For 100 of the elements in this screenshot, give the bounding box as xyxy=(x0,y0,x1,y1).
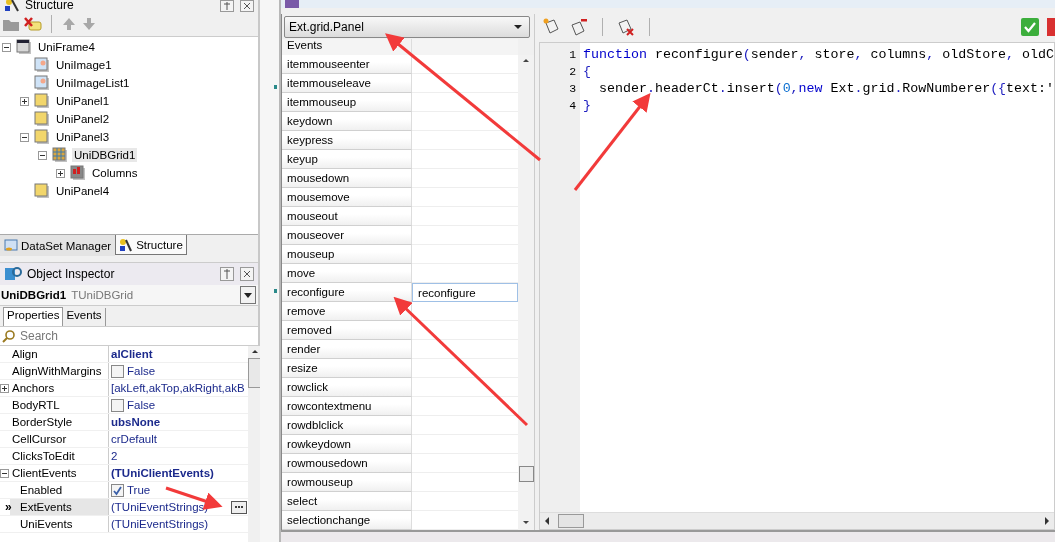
checkbox[interactable] xyxy=(111,483,124,497)
expander-icon[interactable] xyxy=(38,150,48,160)
checkbox[interactable] xyxy=(111,398,124,412)
search-icon xyxy=(2,329,16,343)
property-name[interactable]: AlignWithMargins xyxy=(10,363,109,379)
property-name[interactable]: BodyRTL xyxy=(10,397,109,413)
scroll-thumb[interactable] xyxy=(518,466,534,482)
property-value[interactable]: (TUniEventStrings) xyxy=(111,501,209,513)
expander-icon[interactable] xyxy=(20,96,30,106)
class-selector[interactable]: Ext.grid.Panel xyxy=(284,16,531,38)
close-icon[interactable] xyxy=(240,0,254,12)
panel-title: Object Inspector xyxy=(27,267,115,281)
checkbox[interactable] xyxy=(111,364,124,378)
component-icon xyxy=(34,129,50,145)
line-number: 2 xyxy=(568,64,578,80)
ellipsis-icon xyxy=(233,505,244,509)
event-name[interactable]: rowmouseup xyxy=(282,473,413,492)
event-name[interactable]: mousemove xyxy=(282,188,413,207)
event-name[interactable]: resize xyxy=(282,359,413,378)
event-name[interactable]: itemmouseenter xyxy=(282,55,413,74)
down-arrow-icon[interactable] xyxy=(81,16,97,32)
scroll-delete-icon[interactable] xyxy=(616,17,637,37)
code-line: function reconfigure(sender, store, columns, oldStore, oldC xyxy=(583,46,1054,63)
panel-tab[interactable]: DataSet Manager xyxy=(0,235,116,256)
line-number: 1 xyxy=(568,47,578,63)
event-name[interactable]: mouseout xyxy=(282,207,413,226)
code-editor[interactable]: 1 2 3 4 function reconfigure(sender, store, columns, oldStore, oldC { sender.headerCt.insert(0,new Ext.grid.RowNumberer({text:' } xyxy=(539,42,1055,530)
component-icon xyxy=(34,183,50,199)
search-field[interactable]: Search xyxy=(0,326,258,346)
event-name[interactable]: itemmouseleave xyxy=(282,74,413,93)
event-name[interactable]: itemmouseup xyxy=(282,93,413,112)
event-name[interactable]: move xyxy=(282,264,413,283)
tree-node[interactable]: Columns xyxy=(90,166,140,180)
property-name[interactable]: CellCursor xyxy=(10,431,109,447)
property-name[interactable]: UniEvents xyxy=(10,516,109,532)
event-name[interactable]: rowkeydown xyxy=(282,435,413,454)
component-selector[interactable]: UniDBGrid1 TUniDBGrid xyxy=(0,285,258,306)
event-name[interactable]: reconfigure xyxy=(282,283,413,302)
expander-icon[interactable] xyxy=(0,468,9,478)
expander-icon[interactable] xyxy=(56,168,66,178)
event-name[interactable]: rowclick xyxy=(282,378,413,397)
confirm-icon[interactable] xyxy=(1021,18,1039,36)
expander-icon[interactable] xyxy=(2,42,12,52)
tree-node[interactable]: UniDBGrid1 xyxy=(72,148,138,162)
tree-node[interactable]: UniPanel1 xyxy=(54,94,112,108)
event-name[interactable]: select xyxy=(282,492,413,511)
up-arrow-icon[interactable] xyxy=(61,16,77,32)
expander-icon[interactable] xyxy=(0,383,9,393)
event-handler-cell[interactable]: reconfigure xyxy=(412,283,519,302)
event-name[interactable]: mousedown xyxy=(282,169,413,188)
property-value[interactable]: ubsNone xyxy=(111,416,161,428)
event-name[interactable]: mouseup xyxy=(282,245,413,264)
ellipsis-button[interactable] xyxy=(230,500,247,514)
property-name[interactable]: ExtEvents xyxy=(10,499,109,515)
tree-node[interactable]: UniPanel3 xyxy=(54,130,112,144)
event-name[interactable]: mouseover xyxy=(282,226,413,245)
tree-node[interactable]: UniFrame4 xyxy=(36,40,97,54)
event-name[interactable]: keypress xyxy=(282,131,413,150)
property-value[interactable]: alClient xyxy=(111,348,153,360)
inspector-icon xyxy=(4,266,22,282)
property-value[interactable]: False xyxy=(127,399,156,411)
event-name[interactable]: removed xyxy=(282,321,413,340)
panel-tab[interactable]: Structure xyxy=(115,235,187,255)
tree-node[interactable]: UniPanel4 xyxy=(54,184,112,198)
horizontal-scrollbar[interactable] xyxy=(540,512,1054,529)
inspector-tab[interactable]: Properties xyxy=(3,307,64,326)
pin-icon[interactable] xyxy=(220,0,234,12)
scroll-thumb[interactable] xyxy=(558,514,585,528)
tree-node[interactable]: UniImage1 xyxy=(54,58,114,72)
event-name[interactable]: keydown xyxy=(282,112,413,131)
event-name[interactable]: selectionchange xyxy=(282,511,413,530)
pin-icon[interactable] xyxy=(220,267,234,281)
delete-icon[interactable] xyxy=(24,16,42,32)
tree-node[interactable]: UniImageList1 xyxy=(54,76,132,90)
event-name[interactable]: keyup xyxy=(282,150,413,169)
property-name[interactable]: Enabled xyxy=(10,482,109,498)
property-value[interactable]: 2 xyxy=(111,450,118,462)
event-name[interactable]: remove xyxy=(282,302,413,321)
property-value[interactable]: crDefault xyxy=(111,433,158,445)
event-name[interactable]: render xyxy=(282,340,413,359)
tree-node[interactable]: UniPanel2 xyxy=(54,112,112,126)
scroll-thumb[interactable] xyxy=(247,358,262,388)
property-name[interactable]: ClicksToEdit xyxy=(10,448,109,464)
property-name[interactable]: BorderStyle xyxy=(10,414,109,430)
vertical-scrollbar[interactable] xyxy=(247,346,262,542)
property-value[interactable]: [akLeft,akTop,akRight,akB xyxy=(111,382,245,394)
expander-icon[interactable] xyxy=(20,132,30,142)
property-value[interactable]: False xyxy=(127,365,156,377)
property-value[interactable]: (TUniClientEvents) xyxy=(111,467,214,479)
property-name[interactable]: Align xyxy=(10,346,109,362)
scroll-remove-icon[interactable] xyxy=(569,17,590,37)
event-name[interactable]: rowcontextmenu xyxy=(282,397,413,416)
property-name[interactable]: Anchors xyxy=(10,380,109,396)
property-name[interactable]: ClientEvents xyxy=(10,465,109,481)
event-name[interactable]: rowmousedown xyxy=(282,454,413,473)
property-value[interactable]: (TUniEventStrings) xyxy=(111,518,209,530)
property-value[interactable]: True xyxy=(127,484,151,496)
line-number: 3 xyxy=(568,81,578,97)
event-name[interactable]: rowdblclick xyxy=(282,416,413,435)
close-icon[interactable] xyxy=(240,267,254,281)
